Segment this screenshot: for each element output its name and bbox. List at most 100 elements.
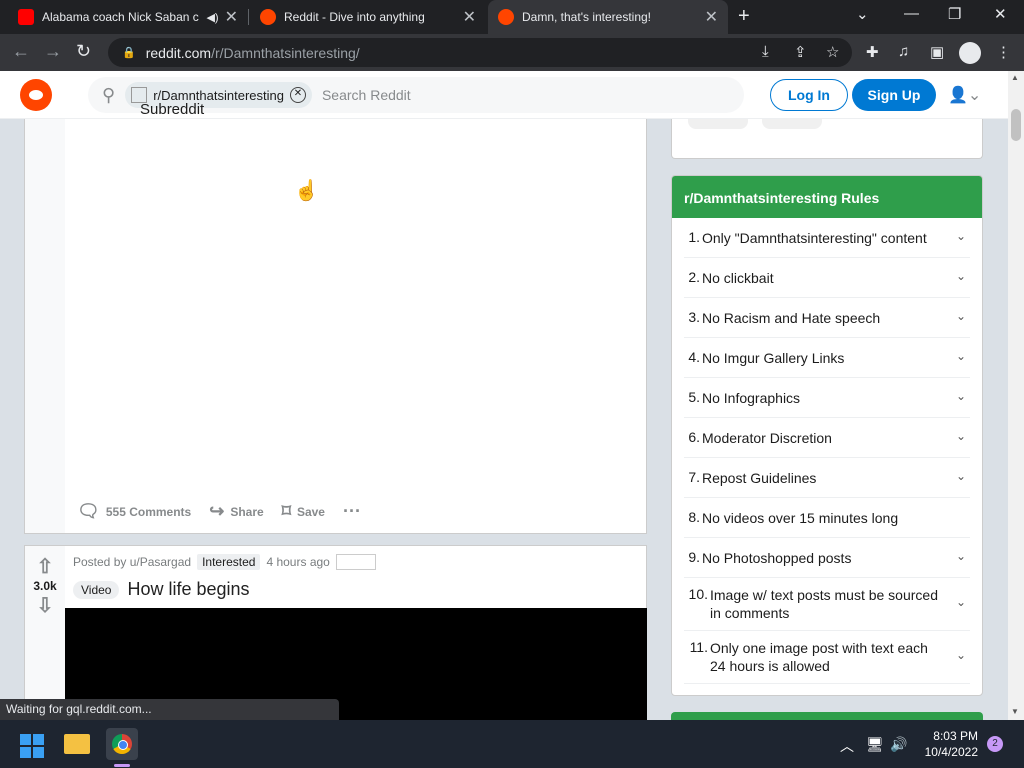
notification-badge[interactable]: 2 [987, 736, 1003, 752]
media-control-icon[interactable]: ♫ [898, 43, 909, 60]
tab-damnthatsinteresting[interactable]: Damn, that's interesting! ✕ [488, 0, 728, 34]
speaker-icon[interactable]: ◀) [206, 11, 218, 24]
upvote-icon[interactable]: ⇧ [25, 554, 65, 579]
new-tab-button[interactable]: + [738, 5, 750, 28]
award-icon [335, 554, 376, 570]
user-menu-icon[interactable]: 👤⌄ [948, 85, 981, 105]
browser-tab-bar: Alabama coach Nick Saban c ◀) ✕ Reddit -… [0, 0, 1024, 34]
side-panel-icon[interactable]: ▣ [930, 43, 944, 61]
post-card[interactable]: 🗨 555 Comments ↪ Share ⌑ Save ··· [24, 119, 647, 534]
tab-title: Alabama coach Nick Saban c [42, 10, 199, 24]
rule-item: 8. No videos over 15 minutes long [684, 498, 970, 538]
post-meta: Posted by u/Pasargad Interested 4 hours … [73, 554, 376, 570]
chevron-down-icon[interactable]: ⌄ [956, 389, 966, 403]
downvote-icon[interactable]: ⇩ [25, 593, 65, 618]
chevron-down-icon[interactable]: ⌄ [956, 549, 966, 563]
tab-youtube[interactable]: Alabama coach Nick Saban c ◀) ✕ [8, 0, 248, 34]
bookmark-star-icon[interactable]: ☆ [826, 43, 839, 61]
chevron-down-icon[interactable]: ⌄ [956, 229, 966, 243]
rule-item[interactable]: 4. No Imgur Gallery Links ⌄ [684, 338, 970, 378]
forward-icon[interactable]: → [44, 41, 62, 62]
chevron-down-icon[interactable]: ⌄ [956, 469, 966, 483]
reddit-icon [260, 9, 276, 25]
rule-item[interactable]: 5. No Infographics ⌄ [684, 378, 970, 418]
rule-text: Moderator Discretion [702, 430, 832, 446]
rule-text: No videos over 15 minutes long [702, 510, 899, 526]
tab-title: Reddit - Dive into anything [284, 10, 425, 24]
bookmark-icon: ⌑ [281, 501, 291, 521]
post-card[interactable]: ⇧ 3.0k ⇩ Posted by u/Pasargad Interested… [24, 545, 647, 726]
install-icon[interactable]: ⤓ [762, 43, 769, 60]
active-app-indicator [114, 764, 130, 767]
minimize-icon[interactable]: — [904, 5, 919, 22]
chevron-down-icon[interactable]: ⌄ [956, 309, 966, 323]
vote-score: 3.0k [33, 579, 57, 593]
extensions-icon[interactable]: ✚ [866, 43, 879, 61]
post-title[interactable]: How life begins [127, 579, 249, 600]
rule-number: 9. [688, 549, 700, 565]
rule-number: 8. [688, 509, 700, 525]
chevron-down-icon[interactable]: ⌄ [956, 648, 966, 662]
chevron-down-icon[interactable]: ⌄ [956, 269, 966, 283]
close-icon[interactable]: ✕ [463, 7, 476, 27]
rule-text: No clickbait [702, 270, 774, 286]
post-flair[interactable]: Video [73, 580, 120, 599]
chevron-up-icon[interactable]: ︿ [840, 736, 854, 756]
window-close-icon[interactable]: ✕ [994, 5, 1007, 23]
tab-reddit-home[interactable]: Reddit - Dive into anything ✕ [250, 0, 486, 34]
volume-icon[interactable]: 🔊 [890, 736, 907, 753]
share-button[interactable]: ↪ Share [209, 501, 263, 522]
close-icon[interactable]: ✕ [225, 7, 238, 27]
user-flair: Interested [197, 554, 261, 570]
windows-start-icon[interactable] [20, 734, 44, 758]
restore-icon[interactable]: ❐ [948, 5, 961, 23]
close-icon[interactable]: ✕ [705, 7, 718, 27]
scrollbar[interactable]: ▲ ▼ [1008, 71, 1024, 720]
post-actions: 🗨 555 Comments ↪ Share ⌑ Save ··· [77, 501, 385, 522]
comments-button[interactable]: 🗨 555 Comments [77, 501, 191, 522]
rule-text: No Photoshopped posts [702, 550, 852, 566]
post-author[interactable]: Posted by u/Pasargad [73, 555, 191, 569]
scroll-thumb[interactable] [1011, 109, 1021, 141]
save-button[interactable]: ⌑ Save [282, 501, 325, 522]
chevron-down-icon[interactable]: ⌄ [956, 595, 966, 609]
topic-pill[interactable] [762, 119, 822, 129]
back-icon[interactable]: ← [12, 41, 30, 62]
search-input[interactable]: Search Reddit [322, 87, 411, 103]
search-icon: ⚲ [102, 84, 116, 105]
signup-button[interactable]: Sign Up [852, 79, 936, 111]
more-options-icon[interactable]: ··· [343, 501, 367, 522]
rule-item[interactable]: 3. No Racism and Hate speech ⌄ [684, 298, 970, 338]
chrome-icon[interactable] [106, 728, 138, 760]
rule-item[interactable]: 7. Repost Guidelines ⌄ [684, 458, 970, 498]
scroll-down-icon[interactable]: ▼ [1011, 707, 1019, 716]
address-bar[interactable]: 🔒 reddit.com/r/Damnthatsinteresting/ [108, 38, 852, 67]
vote-column [25, 119, 65, 533]
rule-number: 6. [688, 429, 700, 445]
lock-icon[interactable]: 🔒 [122, 46, 136, 59]
menu-icon[interactable]: ⋮ [996, 43, 1011, 61]
topic-pill[interactable] [688, 119, 748, 129]
file-explorer-icon[interactable] [64, 734, 90, 754]
reddit-logo-icon[interactable] [20, 79, 52, 111]
share-icon[interactable]: ⇪ [794, 43, 807, 61]
system-clock[interactable]: 8:03 PM 10/4/2022 [918, 728, 978, 760]
rule-item[interactable]: 1. Only "Damnthatsinteresting" content ⌄ [684, 218, 970, 258]
login-button[interactable]: Log In [770, 79, 848, 111]
post-time[interactable]: 4 hours ago [266, 555, 329, 569]
comment-icon: 🗨 [77, 501, 100, 521]
scroll-up-icon[interactable]: ▲ [1011, 73, 1019, 82]
rule-item[interactable]: 11. Only one image post with text each 24… [684, 631, 970, 684]
rule-item[interactable]: 2. No clickbait ⌄ [684, 258, 970, 298]
rule-item[interactable]: 9. No Photoshopped posts ⌄ [684, 538, 970, 578]
tab-search-icon[interactable]: ⌄ [856, 5, 869, 23]
windows-taskbar: ︿ 🖥 🔊 8:03 PM 10/4/2022 2 [0, 720, 1024, 768]
profile-icon[interactable] [959, 42, 981, 64]
chevron-down-icon[interactable]: ⌄ [956, 349, 966, 363]
rule-item[interactable]: 10. Image w/ text posts must be sourced i… [684, 578, 970, 631]
chevron-down-icon[interactable]: ⌄ [956, 429, 966, 443]
clear-chip-icon[interactable]: ✕ [289, 87, 306, 103]
rule-item[interactable]: 6. Moderator Discretion ⌄ [684, 418, 970, 458]
reload-icon[interactable]: ↻ [76, 41, 91, 62]
network-icon[interactable]: 🖥 [866, 736, 884, 753]
